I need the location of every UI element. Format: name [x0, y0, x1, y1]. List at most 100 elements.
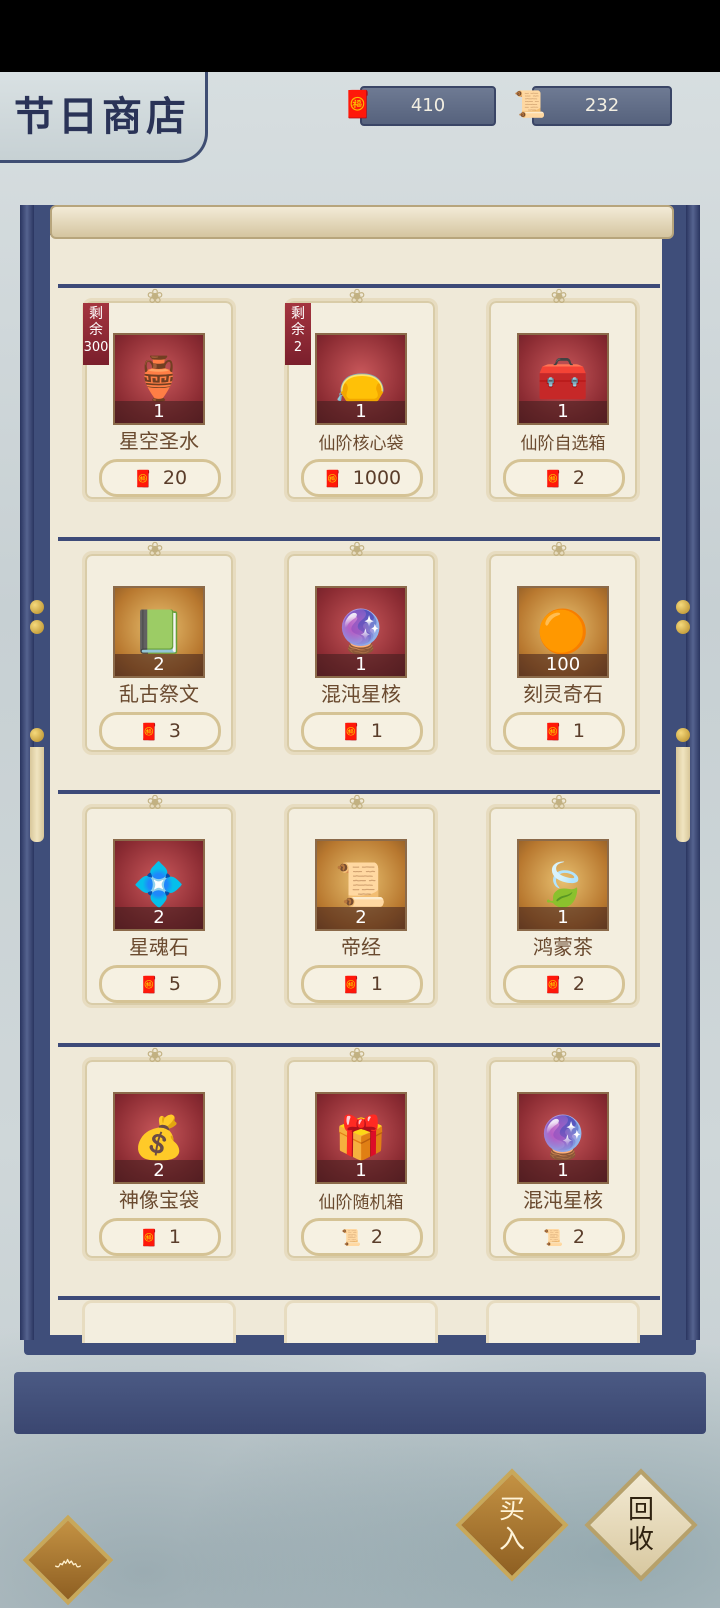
- bead-decoration: [30, 728, 44, 742]
- shop-item-card[interactable]: ❀ 🎁 1 仙阶随机箱 📜 2: [284, 1043, 438, 1261]
- shop-item-card[interactable]: ❀ 📜 2 帝经 🧧 1: [284, 790, 438, 1008]
- item-name: 仙阶自选箱: [520, 434, 606, 454]
- price-button[interactable]: 🧧 1: [503, 712, 625, 750]
- item-image[interactable]: 🍃 1: [517, 839, 609, 931]
- knot-decoration: ❀: [348, 284, 366, 308]
- item-name: 混沌星核: [523, 1188, 603, 1212]
- item-quantity: 2: [317, 907, 405, 929]
- knot-decoration: ❀: [348, 1043, 366, 1067]
- shop-item-card[interactable]: ❀ 🟠 100 刻灵奇石 🧧 1: [486, 537, 640, 755]
- recycle-button[interactable]: 回 收: [584, 1468, 698, 1582]
- red-ticket-icon: 🧧: [340, 974, 361, 994]
- scroll-base: [14, 1372, 706, 1434]
- item-price: 2: [572, 973, 585, 995]
- item-name: 帝经: [341, 935, 381, 959]
- item-image[interactable]: 📜 2: [315, 839, 407, 931]
- chest-icon: 🧰: [536, 354, 590, 403]
- price-button[interactable]: 🧧 2: [503, 459, 625, 497]
- gourd-icon: 🏺: [132, 354, 186, 403]
- price-button[interactable]: 🧧 1000: [301, 459, 423, 497]
- soul-stone-icon: 💠: [132, 860, 186, 909]
- badge-count: 2: [293, 340, 303, 355]
- red-ticket-icon: 🧧: [341, 90, 375, 120]
- buy-label-2: 入: [498, 1525, 525, 1555]
- book-icon: 📗: [132, 607, 186, 656]
- item-image[interactable]: 📗 2: [113, 586, 205, 678]
- item-price: 3: [168, 720, 181, 742]
- cloud-swirl-icon: ෴: [53, 1542, 83, 1578]
- bead-decoration: [676, 600, 690, 614]
- shop-item-card[interactable]: ❀ 🏺 1 剩 余 300 星空圣水 🧧 20: [82, 284, 236, 502]
- scripture-icon: 📜: [334, 860, 388, 909]
- item-image[interactable]: 🟠 100: [517, 586, 609, 678]
- tea-leaf-icon: 🍃: [536, 860, 590, 909]
- price-button[interactable]: 🧧 1: [99, 1218, 221, 1256]
- knot-decoration: ❀: [146, 537, 164, 561]
- item-price: 1: [370, 720, 383, 742]
- price-button[interactable]: 🧧 3: [99, 712, 221, 750]
- item-price: 2: [572, 1226, 585, 1248]
- shop-item-card[interactable]: ❀ 🔮 1 混沌星核 📜 2: [486, 1043, 640, 1261]
- item-quantity: 1: [317, 654, 405, 676]
- item-name: 乱古祭文: [119, 682, 199, 706]
- item-price: 1: [572, 720, 585, 742]
- price-button[interactable]: 🧧 1: [301, 965, 423, 1003]
- item-price: 1: [370, 973, 383, 995]
- item-image[interactable]: 💠 2: [113, 839, 205, 931]
- item-price: 1000: [352, 467, 402, 489]
- shop-item-card[interactable]: ❀ 🔮 1 混沌星核 🧧 1: [284, 537, 438, 755]
- item-price: 2: [370, 1226, 383, 1248]
- item-quantity: 1: [519, 1160, 607, 1182]
- item-price: 2: [572, 467, 585, 489]
- price-button[interactable]: 🧧 20: [99, 459, 221, 497]
- red-ticket-icon: 🧧: [138, 721, 159, 741]
- item-image[interactable]: 🔮 1: [315, 586, 407, 678]
- bead-decoration: [30, 600, 44, 614]
- scroll-top-rod: [50, 205, 674, 239]
- buy-button[interactable]: 买 入: [455, 1468, 569, 1582]
- scroll-icon: 📜: [542, 1227, 563, 1247]
- status-bar: [0, 0, 720, 72]
- shop-item-card-partial[interactable]: [82, 1300, 236, 1343]
- item-quantity: 1: [317, 1160, 405, 1182]
- shop-item-card[interactable]: ❀ 💠 2 星魂石 🧧 5: [82, 790, 236, 1008]
- back-button[interactable]: ෴: [22, 1514, 114, 1606]
- shop-item-card[interactable]: ❀ 🍃 1 鸿蒙茶 🧧 2: [486, 790, 640, 1008]
- badge-label-1: 剩: [89, 306, 103, 322]
- item-image[interactable]: 🎁 1: [315, 1092, 407, 1184]
- price-button[interactable]: 📜 2: [503, 1218, 625, 1256]
- item-image[interactable]: 👝 1: [315, 333, 407, 425]
- price-button[interactable]: 🧧 2: [503, 965, 625, 1003]
- tassel-left: [30, 747, 44, 842]
- item-quantity: 2: [115, 907, 203, 929]
- knot-decoration: ❀: [146, 284, 164, 308]
- shop-item-card[interactable]: ❀ 💰 2 神像宝袋 🧧 1: [82, 1043, 236, 1261]
- item-price: 20: [162, 467, 188, 489]
- shop-item-card-partial[interactable]: [284, 1300, 438, 1343]
- item-image[interactable]: 🔮 1: [517, 1092, 609, 1184]
- price-button[interactable]: 📜 2: [301, 1218, 423, 1256]
- item-image[interactable]: 💰 2: [113, 1092, 205, 1184]
- shop-item-card[interactable]: ❀ 👝 1 剩 余 2 仙阶核心袋 🧧 1000: [284, 284, 438, 502]
- item-quantity: 1: [519, 907, 607, 929]
- knot-decoration: ❀: [550, 1043, 568, 1067]
- item-quantity: 1: [519, 401, 607, 423]
- bead-decoration: [30, 620, 44, 634]
- item-quantity: 1: [115, 401, 203, 423]
- price-button[interactable]: 🧧 1: [301, 712, 423, 750]
- random-box-icon: 🎁: [334, 1113, 388, 1162]
- item-image[interactable]: 🏺 1: [113, 333, 205, 425]
- stone-icon: 🟠: [536, 607, 590, 656]
- item-image[interactable]: 🧰 1: [517, 333, 609, 425]
- item-quantity: 2: [115, 1160, 203, 1182]
- price-button[interactable]: 🧧 5: [99, 965, 221, 1003]
- item-quantity: 100: [519, 654, 607, 676]
- bead-decoration: [676, 728, 690, 742]
- orb-icon: 🔮: [334, 607, 388, 656]
- currency-ticket-counter: 🧧 410: [342, 86, 496, 126]
- shop-item-card-partial[interactable]: [486, 1300, 640, 1343]
- shop-item-card[interactable]: ❀ 🧰 1 仙阶自选箱 🧧 2: [486, 284, 640, 502]
- shop-item-card[interactable]: ❀ 📗 2 乱古祭文 🧧 3: [82, 537, 236, 755]
- bead-decoration: [676, 620, 690, 634]
- page-title: 节日商店: [14, 93, 190, 140]
